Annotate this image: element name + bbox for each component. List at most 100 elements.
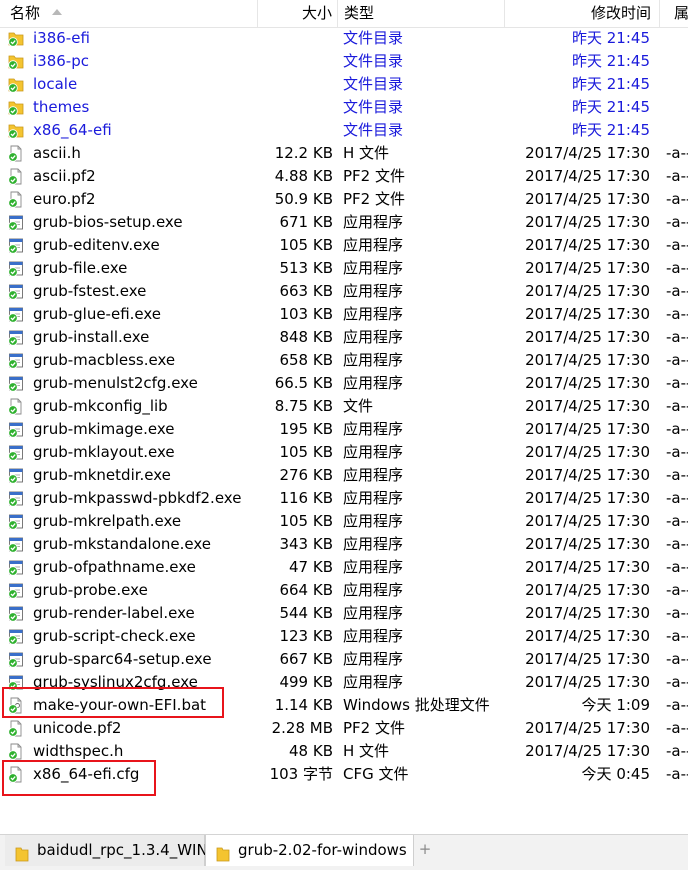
modified-time: 17:30 — [606, 742, 650, 760]
list-item[interactable]: themes 文件目录 昨天 21:45 — [0, 96, 688, 119]
file-name: grub-ofpathname.exe — [33, 558, 196, 576]
application-icon — [8, 283, 24, 300]
file-name: grub-syslinux2cfg.exe — [33, 673, 198, 691]
tab-baidudl-rpc[interactable]: baidudl_rpc_1.3.4_WIN — [5, 835, 208, 866]
file-name: ascii.h — [33, 144, 81, 162]
column-type-label: 类型 — [344, 4, 375, 22]
file-size — [260, 50, 333, 73]
file-size — [260, 119, 333, 142]
new-tab-button[interactable]: + — [414, 835, 436, 866]
column-modified-header[interactable]: 修改时间 — [591, 0, 651, 27]
list-item[interactable]: x86_64-efi 文件目录 昨天 21:45 — [0, 119, 688, 142]
column-divider[interactable] — [337, 0, 338, 27]
list-item[interactable]: widthspec.h48 KBH 文件2017/4/25 17:30-a-- — [0, 740, 688, 763]
list-item[interactable]: grub-mkstandalone.exe 343 KB 应用程序 2017/4/25… — [0, 533, 688, 556]
file-modified: 2017/4/25 17:30 — [495, 372, 650, 395]
list-item[interactable]: euro.pf250.9 KBPF2 文件2017/4/25 17:30-a-- — [0, 188, 688, 211]
application-icon — [8, 444, 24, 461]
application-icon — [8, 559, 24, 576]
column-attr-header[interactable]: 属 — [674, 0, 688, 27]
file-size: 2.28 MB — [271, 719, 333, 737]
column-name-header[interactable]: 名称 — [10, 0, 63, 27]
file-name: grub-script-check.exe — [33, 627, 196, 645]
column-divider[interactable] — [257, 0, 258, 27]
list-item[interactable]: grub-mkrelpath.exe 105 KB 应用程序 2017/4/25 17… — [0, 510, 688, 533]
file-attributes: -a-- — [666, 650, 688, 668]
file-size: 658 KB — [279, 351, 333, 369]
application-icon — [8, 536, 24, 553]
application-icon — [8, 375, 24, 392]
modified-date: 2017/4/25 — [525, 305, 602, 323]
list-item[interactable]: grub-ofpathname.exe 47 KB 应用程序 2017/4/25 17… — [0, 556, 688, 579]
file-name: unicode.pf2 — [33, 719, 122, 737]
list-item[interactable]: x86_64-efi.cfg103 字节CFG 文件今天 0:45-a-- — [0, 763, 688, 786]
list-item[interactable]: grub-install.exe 848 KB 应用程序 2017/4/25 17:3… — [0, 326, 688, 349]
modified-date: 2017/4/25 — [525, 512, 602, 530]
file-attributes: -a-- — [666, 696, 688, 714]
file-modified: 2017/4/25 17:30 — [495, 625, 650, 648]
file-name: themes — [33, 98, 90, 116]
file-attributes: -a-- — [666, 420, 688, 438]
modified-date: 2017/4/25 — [525, 650, 602, 668]
list-item[interactable]: locale 文件目录 昨天 21:45 — [0, 73, 688, 96]
column-type-header[interactable]: 类型 — [344, 0, 374, 27]
list-item[interactable]: grub-glue-efi.exe 103 KB 应用程序 2017/4/25 17:… — [0, 303, 688, 326]
list-item[interactable]: ascii.h12.2 KBH 文件2017/4/25 17:30-a-- — [0, 142, 688, 165]
list-item[interactable]: grub-mknetdir.exe 276 KB 应用程序 2017/4/25 17:… — [0, 464, 688, 487]
file-name: grub-mkimage.exe — [33, 420, 175, 438]
file-attributes — [666, 50, 688, 73]
modified-date: 昨天 — [571, 98, 602, 116]
list-item[interactable]: grub-probe.exe 664 KB 应用程序 2017/4/25 17:30-… — [0, 579, 688, 602]
list-item[interactable]: grub-menulst2cfg.exe 66.5 KB 应用程序 2017/4/25… — [0, 372, 688, 395]
file-size: 105 KB — [279, 512, 333, 530]
file-size: 671 KB — [279, 213, 333, 231]
folder-icon — [8, 122, 24, 139]
file-attributes — [666, 96, 688, 119]
column-size-header[interactable]: 大小 — [302, 0, 332, 27]
list-item[interactable]: unicode.pf2 2.28 MB PF2 文件 2017/4/25 17:30-… — [0, 717, 688, 740]
file-name: grub-menulst2cfg.exe — [33, 374, 198, 392]
file-modified: 2017/4/25 17:30 — [495, 211, 650, 234]
list-item[interactable]: grub-sparc64-setup.exe 667 KB 应用程序 2017/4/2… — [0, 648, 688, 671]
modified-date: 2017/4/25 — [525, 535, 602, 553]
list-item[interactable]: grub-editenv.exe 105 KB 应用程序 2017/4/25 17:3… — [0, 234, 688, 257]
modified-date: 2017/4/25 — [525, 673, 602, 691]
list-item[interactable]: grub-mkconfig_lib 8.75 KB 文件 2017/4/25 17:3… — [0, 395, 688, 418]
list-item[interactable]: grub-macbless.exe 658 KB 应用程序 2017/4/25 17:… — [0, 349, 688, 372]
file-modified: 2017/4/25 17:30 — [495, 464, 650, 487]
column-divider[interactable] — [504, 0, 505, 27]
modified-time: 17:30 — [606, 420, 650, 438]
application-icon — [8, 513, 24, 530]
list-item[interactable]: grub-file.exe 513 KB 应用程序 2017/4/25 17:30 -a… — [0, 257, 688, 280]
file-size: 4.88 KB — [274, 167, 333, 185]
list-item[interactable]: grub-mklayout.exe 105 KB 应用程序 2017/4/25 17:… — [0, 441, 688, 464]
list-item[interactable]: make-your-own-EFI.bat 1.14 KB Windows 批处理文… — [0, 694, 688, 717]
modified-time: 17:30 — [606, 328, 650, 346]
modified-time: 0:45 — [616, 765, 650, 783]
file-attributes: -a-- — [666, 627, 688, 645]
list-item[interactable]: grub-mkpasswd-pbkdf2.exe 116 KB 应用程序 2017/4… — [0, 487, 688, 510]
list-item[interactable]: i386-pc 文件目录 昨天 21:45 — [0, 50, 688, 73]
folder-icon — [15, 842, 29, 872]
modified-time: 17:30 — [606, 719, 650, 737]
list-item[interactable]: i386-efi 文件目录 昨天 21:45 — [0, 27, 688, 50]
column-divider[interactable] — [659, 0, 660, 27]
file-attributes: -a-- — [666, 719, 688, 737]
modified-time: 21:45 — [606, 52, 650, 70]
tab-grub-for-windows[interactable]: grub-2.02-for-windows — [205, 835, 414, 866]
list-item[interactable]: grub-syslinux2cfg.exe 499 KB 应用程序 2017/4/25… — [0, 671, 688, 694]
file-attributes: -a-- — [666, 259, 688, 277]
list-item[interactable]: ascii.pf2 4.88 KB PF2 文件 2017/4/25 17:30 -a-… — [0, 165, 688, 188]
list-item[interactable]: grub-script-check.exe 123 KB 应用程序 2017/4/25… — [0, 625, 688, 648]
list-item[interactable]: grub-mkimage.exe 195 KB 应用程序 2017/4/25 17:3… — [0, 418, 688, 441]
file-attributes: -a-- — [666, 512, 688, 530]
file-modified: 2017/4/25 17:30 — [495, 579, 650, 602]
modified-date: 昨天 — [571, 52, 602, 70]
application-icon — [8, 674, 24, 691]
modified-time: 17:30 — [606, 282, 650, 300]
list-item[interactable]: grub-render-label.exe 544 KB 应用程序 2017/4/25… — [0, 602, 688, 625]
folder-icon — [8, 53, 24, 70]
list-item[interactable]: grub-bios-setup.exe 671 KB 应用程序 2017/4/25 1… — [0, 211, 688, 234]
file-modified: 2017/4/25 17:30 — [495, 740, 650, 763]
list-item[interactable]: grub-fstest.exe 663 KB 应用程序 2017/4/25 17:30… — [0, 280, 688, 303]
